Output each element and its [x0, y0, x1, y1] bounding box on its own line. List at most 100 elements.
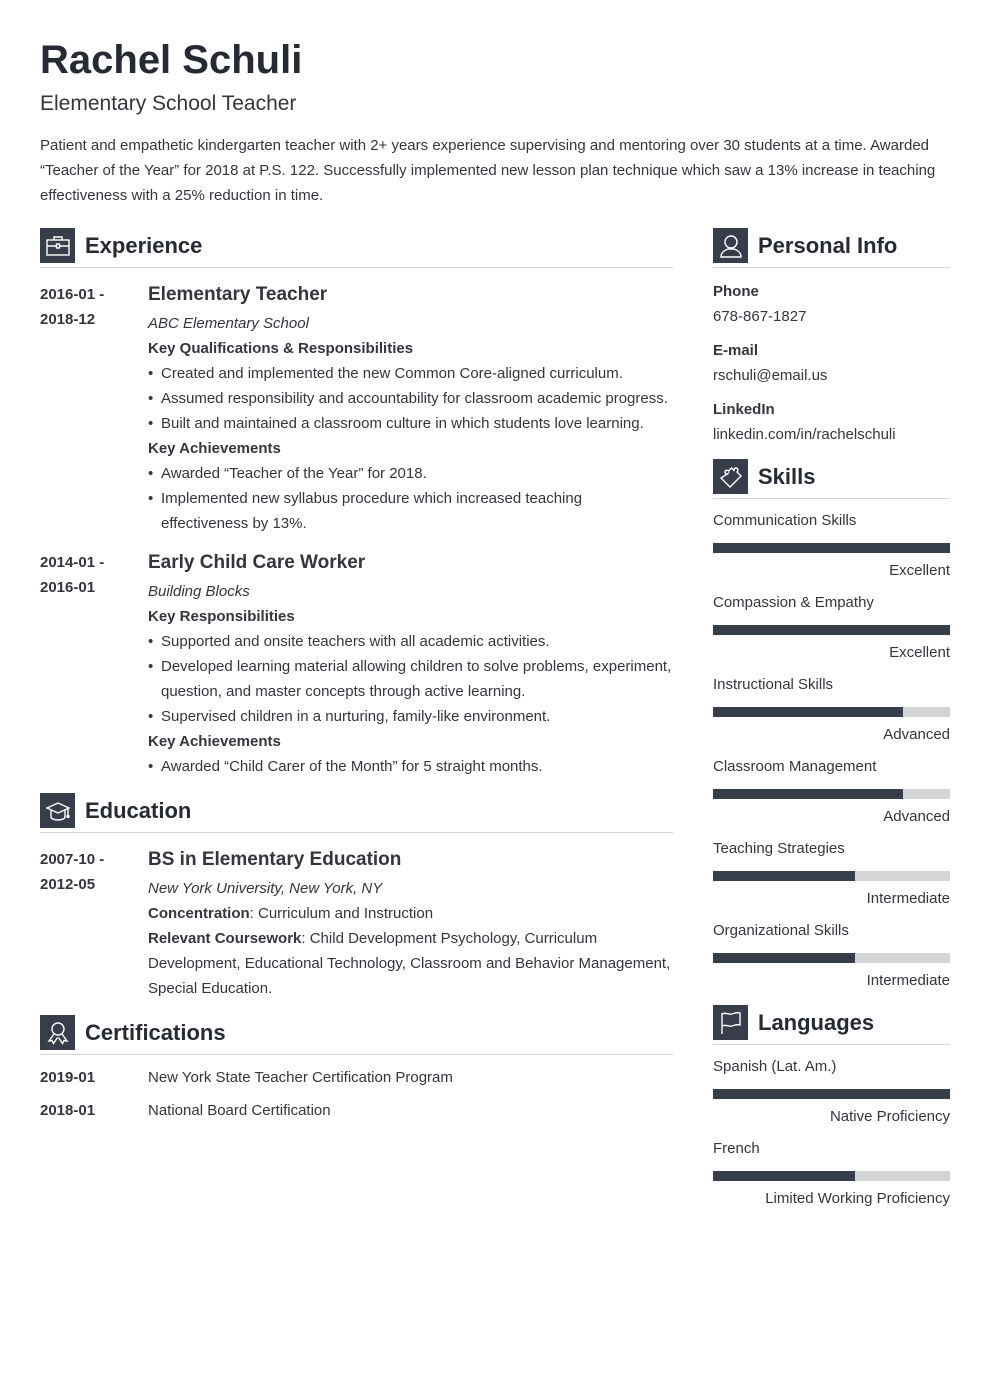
experience-section: Experience 2016-01 - 2018-12 Elementary Te…	[40, 228, 673, 779]
personal-info-section: Personal Info Phone 678-867-1827 E-mail rsc…	[713, 228, 950, 445]
bullet-list: Awarded “Teacher of the Year” for 2018.I…	[148, 461, 673, 536]
level-bar	[713, 1089, 950, 1099]
language-item: Spanish (Lat. Am.) Native Proficiency	[713, 1057, 950, 1127]
certification-date: 2019-01	[40, 1069, 96, 1086]
bullet-item: Supervised children in a nurturing, fami…	[148, 704, 673, 729]
certification-name: National Board Certification	[148, 1102, 331, 1119]
concentration-label: Concentration	[148, 905, 250, 922]
skill-item: Teaching Strategies Intermediate	[713, 839, 950, 909]
certifications-header: Certifications	[40, 1015, 673, 1055]
summary: Patient and empathetic kindergarten teac…	[40, 137, 936, 204]
personal-field-value: rschuli@email.us	[713, 367, 828, 384]
skill-item: Classroom Management Advanced	[713, 757, 950, 827]
level-label: Native Proficiency	[829, 1108, 950, 1125]
date-start: 2016-01 -	[40, 286, 105, 303]
level-bar	[713, 707, 950, 717]
experience-entry: 2014-01 - 2016-01 Early Child Care Worker B…	[40, 550, 673, 779]
coursework: Relevant Coursework: Child Development P…	[148, 926, 673, 1001]
skill-name: Teaching Strategies	[713, 840, 845, 857]
personal-field-label: E-mail	[713, 342, 759, 359]
skills-section: Skills Communication Skills Excellent Comp…	[713, 459, 950, 991]
concentration-value: : Curriculum and Instruction	[249, 905, 434, 922]
level-bar-fill	[713, 1171, 856, 1181]
certification-date: 2018-01	[40, 1102, 96, 1119]
personal-field-label: LinkedIn	[713, 401, 775, 418]
bullet-item: Assumed responsibility and accountabilit…	[148, 386, 673, 411]
experience-header: Experience	[40, 228, 673, 268]
date-end: 2016-01	[40, 579, 96, 596]
bullet-item: Built and maintained a classroom culture…	[148, 411, 673, 436]
skill-item: Communication Skills Excellent	[713, 511, 950, 581]
level-bar-fill	[713, 543, 950, 553]
education-header: Education	[40, 793, 673, 833]
bullet-item: Created and implemented the new Common C…	[148, 361, 673, 386]
skill-name: Classroom Management	[713, 758, 877, 775]
bullet-item: Awarded “Child Carer of the Month” for 5…	[148, 754, 673, 779]
group-label: Key Achievements	[148, 440, 281, 457]
level-bar	[713, 871, 950, 881]
language-name: French	[713, 1140, 760, 1157]
school: New York University, New York, NY	[148, 880, 383, 897]
experience-body: Elementary Teacher ABC Elementary School K…	[148, 282, 673, 536]
award-ribbon-icon	[40, 1015, 75, 1050]
job-role: Early Child Care Worker	[148, 552, 366, 573]
level-label: Intermediate	[866, 890, 950, 907]
skill-item: Organizational Skills Intermediate	[713, 921, 950, 991]
group-label: Key Responsibilities	[148, 608, 295, 625]
languages-title: Languages	[758, 1010, 875, 1035]
level-label: Intermediate	[866, 972, 950, 989]
personal-field-value: linkedin.com/in/rachelschuli	[713, 426, 896, 443]
level-bar-fill	[713, 953, 856, 963]
skill-name: Instructional Skills	[713, 676, 834, 693]
bullet-item: Supported and onsite teachers with all a…	[148, 629, 673, 654]
experience-entry: 2016-01 - 2018-12 Elementary Teacher ABC El…	[40, 282, 673, 536]
level-bar	[713, 625, 950, 635]
level-label: Advanced	[883, 808, 950, 825]
bullet-list: Supported and onsite teachers with all a…	[148, 629, 673, 729]
briefcase-icon	[40, 228, 75, 263]
level-label: Excellent	[889, 644, 950, 661]
concentration: Concentration: Curriculum and Instructio…	[148, 901, 673, 926]
certification-name: New York State Teacher Certification Pro…	[148, 1069, 453, 1086]
job-role: Elementary Teacher	[148, 284, 328, 305]
bullet-item: Awarded “Teacher of the Year” for 2018.	[148, 461, 673, 486]
date-start: 2014-01 -	[40, 554, 105, 571]
date-end: 2012-05	[40, 876, 96, 893]
bullet-list: Awarded “Child Carer of the Month” for 5…	[148, 754, 673, 779]
personal-info-header: Personal Info	[713, 228, 950, 268]
group-label: Key Qualifications & Responsibilities	[148, 340, 414, 357]
certification-row: 2018-01 National Board Certification	[40, 1100, 673, 1121]
education-date: 2007-10 - 2012-05	[40, 847, 148, 1001]
level-bar-fill	[713, 871, 856, 881]
puzzle-piece-icon	[713, 459, 748, 494]
personal-field-label: Phone	[713, 283, 759, 300]
flag-icon	[713, 1005, 748, 1040]
experience-body: Early Child Care Worker Building Blocks Ke…	[148, 550, 673, 779]
education-section: Education 2007-10 - 2012-05 BS in Elemen…	[40, 793, 673, 1001]
certification-row: 2019-01 New York State Teacher Certificat…	[40, 1067, 673, 1088]
level-bar	[713, 789, 950, 799]
bullet-item: Developed learning material allowing chi…	[148, 654, 673, 704]
coursework-label: Relevant Coursework	[148, 930, 302, 947]
level-bar	[713, 543, 950, 553]
personal-info-title: Personal Info	[758, 233, 898, 258]
level-bar-fill	[713, 625, 950, 635]
certifications-title: Certifications	[85, 1020, 226, 1045]
skill-name: Communication Skills	[713, 512, 857, 529]
education-entry: 2007-10 - 2012-05 BS in Elementary Educa…	[40, 847, 673, 1001]
right-column: Personal Info Phone 678-867-1827 E-mail rsc…	[713, 228, 950, 1209]
skills-title: Skills	[758, 464, 816, 489]
skill-item: Instructional Skills Advanced	[713, 675, 950, 745]
date-start: 2007-10 -	[40, 851, 105, 868]
experience-date: 2016-01 - 2018-12	[40, 282, 148, 536]
graduation-cap-icon	[40, 793, 75, 828]
languages-section: Languages Spanish (Lat. Am.) Native Profi…	[713, 1005, 950, 1209]
language-name: Spanish (Lat. Am.)	[713, 1058, 837, 1075]
level-bar-fill	[713, 789, 903, 799]
skill-item: Compassion & Empathy Excellent	[713, 593, 950, 663]
languages-header: Languages	[713, 1005, 950, 1045]
job-title: Elementary School Teacher	[40, 92, 297, 115]
certifications-section: Certifications 2019-01 New York State Tea…	[40, 1015, 673, 1121]
level-bar-fill	[713, 707, 903, 717]
date-end: 2018-12	[40, 311, 96, 328]
